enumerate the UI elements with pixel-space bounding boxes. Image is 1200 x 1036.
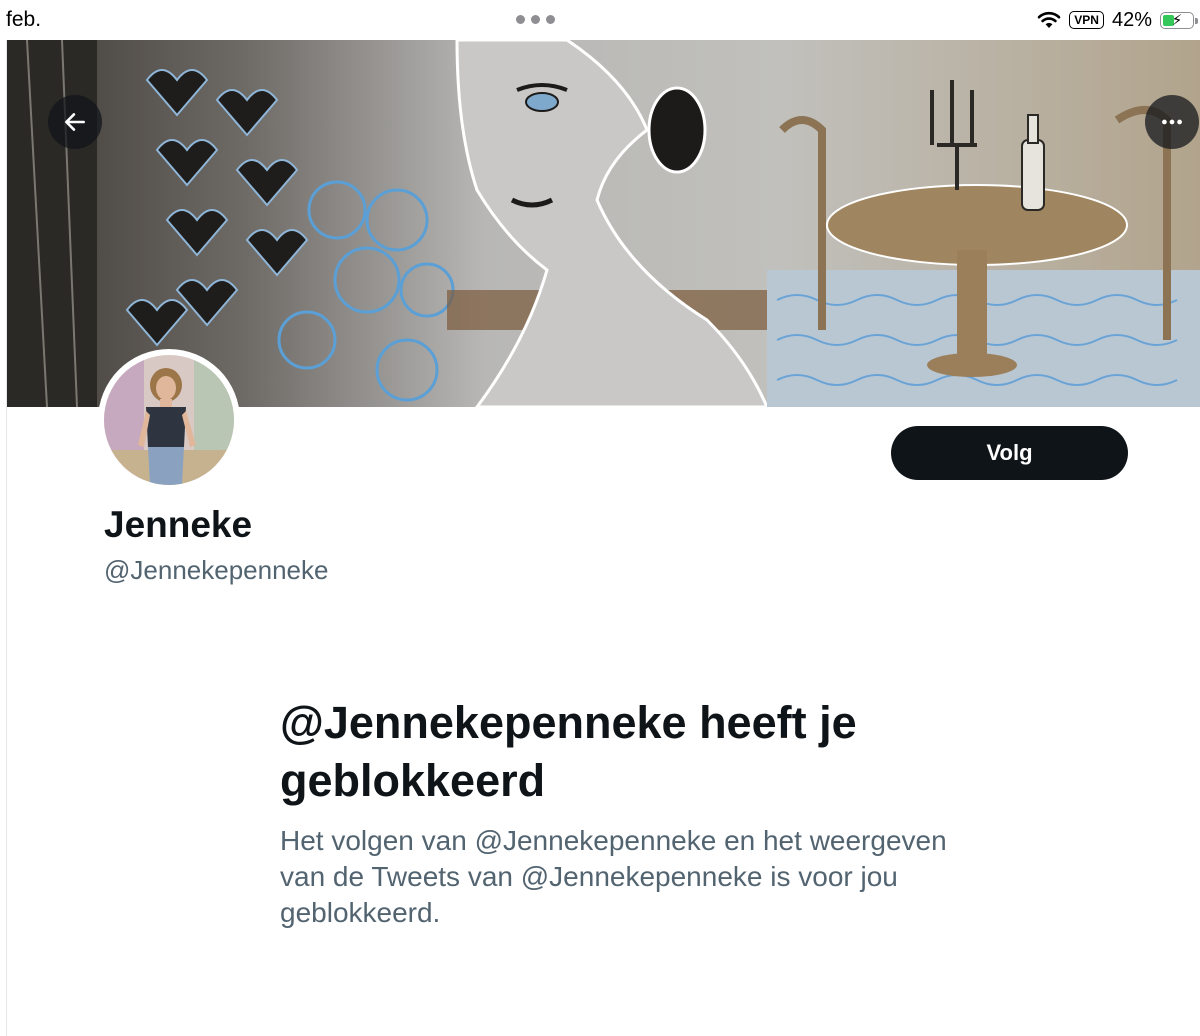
more-horizontal-icon xyxy=(1162,119,1182,125)
user-handle: @Jennekepenneke xyxy=(104,555,329,585)
blocked-title: @Jennekepenneke heeft je geblokkeerd xyxy=(280,697,857,806)
more-options-button[interactable] xyxy=(1145,95,1199,149)
battery-percentage: 42% xyxy=(1111,8,1152,31)
status-bar: feb. VPN 42% ⚡ xyxy=(0,0,1200,40)
follow-button[interactable]: Volg xyxy=(891,426,1128,480)
avatar-photo xyxy=(104,355,234,485)
back-button[interactable] xyxy=(48,95,102,149)
avatar[interactable] xyxy=(98,349,240,491)
blocked-description: Het volgen van @Jennekepenneke en het we… xyxy=(280,825,947,928)
vpn-badge: VPN xyxy=(1069,11,1104,29)
wifi-icon xyxy=(1037,11,1061,28)
multitask-dots-icon[interactable] xyxy=(516,15,555,24)
arrow-left-icon xyxy=(65,113,85,131)
battery-charging-icon: ⚡ xyxy=(1160,11,1198,29)
profile-page: feb. VPN 42% ⚡ Volg Jenneke @Jennekepenn… xyxy=(0,0,1200,1036)
display-name: Jenneke xyxy=(104,504,253,545)
status-time: feb. xyxy=(6,8,42,31)
left-edge-divider xyxy=(0,0,7,1036)
status-indicators: VPN 42% ⚡ xyxy=(1037,8,1198,32)
